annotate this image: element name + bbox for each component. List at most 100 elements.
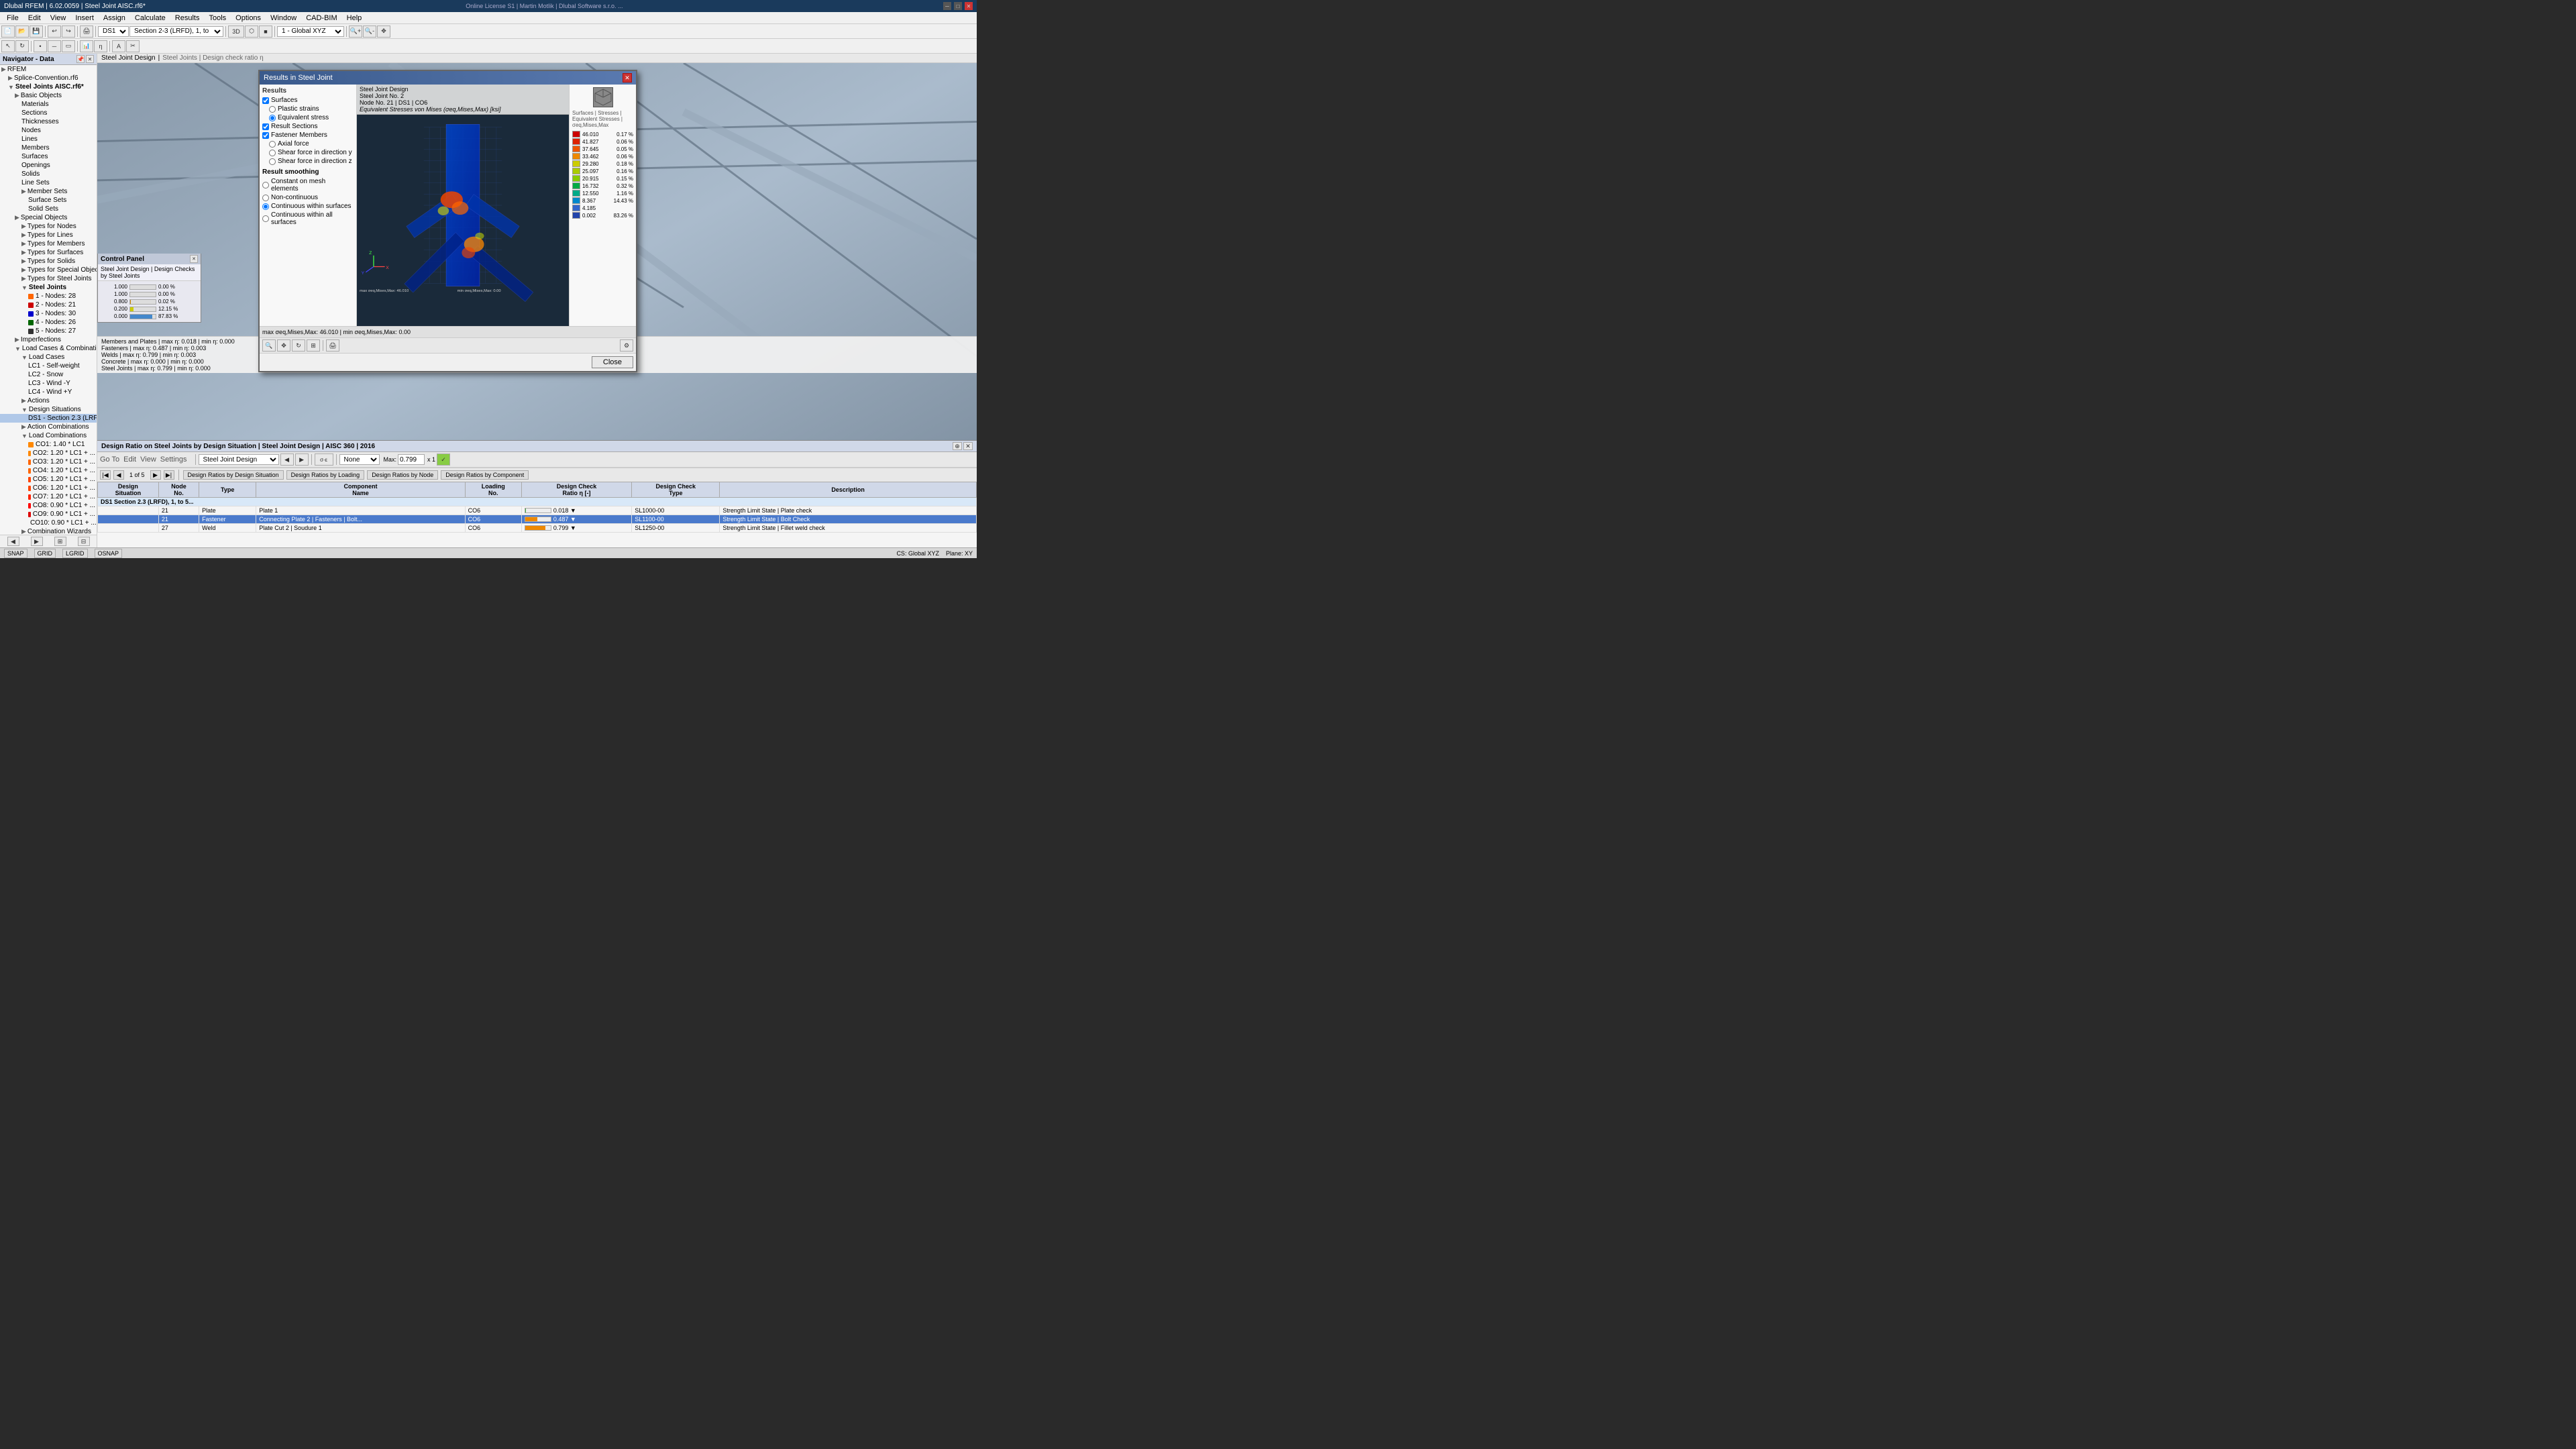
- dialog-close-btn[interactable]: Close: [592, 356, 633, 368]
- table-row[interactable]: 21PlatePlate 1CO60.018 ▼SL1000-00Strengt…: [98, 506, 977, 515]
- nav-tree-item[interactable]: 5 - Nodes: 27: [0, 327, 97, 335]
- plastic-strains-item[interactable]: Plastic strains: [262, 105, 354, 113]
- nav-next-btn[interactable]: ▶: [31, 537, 43, 546]
- menu-view[interactable]: View: [46, 13, 70, 23]
- nav-tree-item[interactable]: ▼Load Cases & Combinations: [0, 344, 97, 353]
- dt-ok-btn[interactable]: ✓: [437, 453, 450, 466]
- axial-force-item[interactable]: Axial force: [262, 140, 354, 148]
- constant-mesh-radio[interactable]: [262, 182, 269, 189]
- nav-tree-item[interactable]: Nodes: [0, 126, 97, 135]
- nav-tree-item[interactable]: ▶Types for Nodes: [0, 222, 97, 231]
- nav-tree-item[interactable]: Thicknesses: [0, 117, 97, 126]
- nav-tree-item[interactable]: Solids: [0, 170, 97, 178]
- osnap-indicator[interactable]: OSNAP: [95, 549, 123, 558]
- nav-tree-item[interactable]: 2 - Nodes: 21: [0, 301, 97, 309]
- results-pan-btn[interactable]: ✥: [277, 339, 290, 352]
- table-row[interactable]: 27WeldPlate Cut 2 | Soudure 1CO60.799 ▼S…: [98, 524, 977, 533]
- cp-close-btn[interactable]: ✕: [190, 255, 198, 263]
- select-btn[interactable]: ↖: [1, 40, 15, 52]
- nav-tree-item[interactable]: CO4: 1.20 * LC1 + ...: [0, 466, 97, 475]
- nav-tree-item[interactable]: ▼Load Combinations: [0, 431, 97, 440]
- axial-force-radio[interactable]: [269, 141, 276, 148]
- tab-design-situation[interactable]: Design Ratios by Design Situation: [183, 470, 284, 480]
- pan-btn[interactable]: ✥: [377, 25, 390, 38]
- nav-tree-item[interactable]: ▶Types for Surfaces: [0, 248, 97, 257]
- dt-prev-btn[interactable]: ◀: [280, 453, 294, 466]
- joint-combo[interactable]: Steel Joint Design: [199, 454, 279, 465]
- non-continuous-item[interactable]: Non-continuous: [262, 193, 354, 202]
- rotate-btn[interactable]: ↻: [15, 40, 29, 52]
- menu-insert[interactable]: Insert: [71, 13, 98, 23]
- nav-tree-item[interactable]: CO1: 1.40 * LC1: [0, 440, 97, 449]
- fastener-members-item[interactable]: Fastener Members: [262, 131, 354, 140]
- none-combo[interactable]: None: [339, 454, 380, 465]
- continuous-surfaces-item[interactable]: Continuous within surfaces: [262, 202, 354, 211]
- result-sections-item[interactable]: Result Sections: [262, 122, 354, 131]
- undo-btn[interactable]: ↩: [48, 25, 61, 38]
- nav-tree-item[interactable]: LC4 - Wind +Y: [0, 388, 97, 396]
- close-window-btn[interactable]: ✕: [965, 2, 973, 10]
- open-btn[interactable]: 📂: [15, 25, 29, 38]
- nav-pin-btn[interactable]: 📌: [76, 55, 85, 63]
- window-controls[interactable]: ─ □ ✕: [943, 2, 973, 10]
- nav-tree-item[interactable]: 1 - Nodes: 28: [0, 292, 97, 301]
- page-next-btn[interactable]: ▶: [150, 470, 161, 480]
- nav-tree-item[interactable]: ▶RFEM: [0, 65, 97, 74]
- nav-tree-item[interactable]: ▶Types for Members: [0, 239, 97, 248]
- view3d-btn[interactable]: 3D: [228, 25, 244, 38]
- nav-tree-item[interactable]: ▼Design Situations: [0, 405, 97, 414]
- section-cut-btn[interactable]: ✂: [126, 40, 140, 52]
- nav-tree-item[interactable]: LC1 - Self-weight: [0, 362, 97, 370]
- nav-tree-item[interactable]: ▼Load Cases: [0, 353, 97, 362]
- annotation-btn[interactable]: A: [112, 40, 125, 52]
- node-btn[interactable]: •: [34, 40, 47, 52]
- menu-file[interactable]: File: [3, 13, 23, 23]
- nav-tree-item[interactable]: Line Sets: [0, 178, 97, 187]
- results-rotate-btn[interactable]: ↻: [292, 339, 305, 352]
- menu-window[interactable]: Window: [266, 13, 301, 23]
- plastic-strains-radio[interactable]: [269, 106, 276, 113]
- nav-tree-item[interactable]: CO5: 1.20 * LC1 + ...: [0, 475, 97, 484]
- nav-tree-item[interactable]: ▶Types for Special Objects: [0, 266, 97, 274]
- render-btn[interactable]: ■: [259, 25, 272, 38]
- nav-tree-item[interactable]: ▶Special Objects: [0, 213, 97, 222]
- nav-tree-item[interactable]: LC3 - Wind -Y: [0, 379, 97, 388]
- nav-tree-item[interactable]: ▶Types for Lines: [0, 231, 97, 239]
- nav-tree-item[interactable]: Surface Sets: [0, 196, 97, 205]
- max-value-input[interactable]: [398, 454, 425, 465]
- nav-tree-item[interactable]: CO3: 1.20 * LC1 + ...: [0, 458, 97, 466]
- nav-tree-item[interactable]: CO10: 0.90 * LC1 + ...: [0, 519, 97, 527]
- dt-stress-btn[interactable]: σ-ε: [315, 453, 333, 466]
- maximize-btn[interactable]: □: [954, 2, 962, 10]
- nav-tree-item[interactable]: DS1 - Section 2.3 (LRFD), 1: [0, 414, 97, 423]
- nav-tree-item[interactable]: Sections: [0, 109, 97, 117]
- nav-prev-btn[interactable]: ◀: [7, 537, 19, 546]
- zoom-in-btn[interactable]: 🔍+: [349, 25, 362, 38]
- table-expand-btn[interactable]: ⊕: [953, 442, 962, 450]
- results-zoom-btn[interactable]: 🔍: [262, 339, 276, 352]
- result-sections-check[interactable]: [262, 123, 269, 130]
- grid-indicator[interactable]: GRID: [34, 549, 56, 558]
- nav-tree-item[interactable]: Materials: [0, 100, 97, 109]
- result-type-btn[interactable]: η: [94, 40, 107, 52]
- nav-tree-item[interactable]: Openings: [0, 161, 97, 170]
- results-fit-btn[interactable]: ⊞: [307, 339, 320, 352]
- tab-design-loading[interactable]: Design Ratios by Loading: [286, 470, 365, 480]
- minimize-btn[interactable]: ─: [943, 2, 951, 10]
- surface-btn[interactable]: ▭: [62, 40, 75, 52]
- menu-edit[interactable]: Edit: [24, 13, 45, 23]
- lgrid-indicator[interactable]: LGRID: [62, 549, 88, 558]
- shear-z-radio[interactable]: [269, 158, 276, 165]
- nav-tree-item[interactable]: CO8: 0.90 * LC1 + ...: [0, 501, 97, 510]
- 3d-viewport[interactable]: Results in Steel Joint ✕ Results Surface…: [97, 63, 977, 440]
- redo-btn[interactable]: ↪: [62, 25, 75, 38]
- menu-help[interactable]: Help: [343, 13, 366, 23]
- nav-tree-item[interactable]: CO7: 1.20 * LC1 + ...: [0, 492, 97, 501]
- menu-results[interactable]: Results: [171, 13, 204, 23]
- nav-tree-item[interactable]: CO6: 1.20 * LC1 + ...: [0, 484, 97, 492]
- zoom-out-btn[interactable]: 🔍-: [363, 25, 376, 38]
- nav-tree-item[interactable]: ▶Types for Steel Joints: [0, 274, 97, 283]
- page-last-btn[interactable]: ▶|: [164, 470, 174, 480]
- tab-design-node[interactable]: Design Ratios by Node: [367, 470, 438, 480]
- shear-y-item[interactable]: Shear force in direction y: [262, 148, 354, 157]
